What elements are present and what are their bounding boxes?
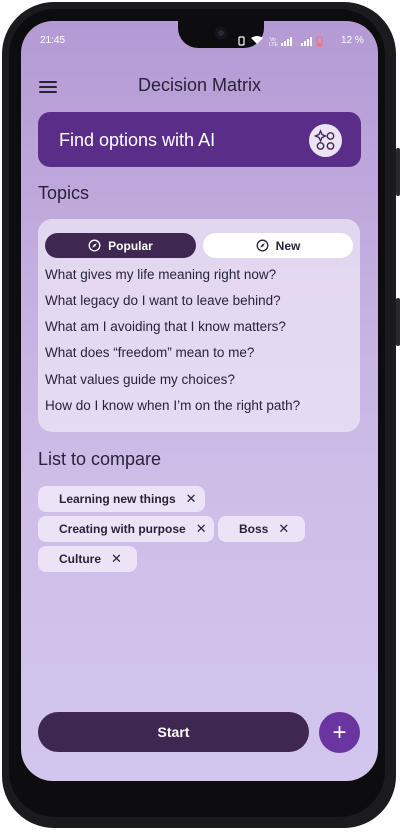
power-button xyxy=(396,298,400,346)
status-time: 21:45 xyxy=(40,35,66,46)
svg-text:LTE: LTE xyxy=(269,42,278,47)
topics-card: Popular New What gives my life meaning r… xyxy=(38,219,360,432)
status-icons: Vo LTE xyxy=(237,34,342,52)
add-option-button[interactable]: + xyxy=(319,712,360,753)
topic-item[interactable]: How do I know when I’m on the right path… xyxy=(45,398,300,413)
close-icon[interactable]: ✕ xyxy=(196,521,207,537)
topic-item[interactable]: What legacy do I want to leave behind? xyxy=(45,293,281,308)
find-options-ai-button[interactable]: Find options with AI xyxy=(38,112,361,167)
ai-sparkle-icon xyxy=(309,124,342,157)
chip-label: Culture xyxy=(59,552,101,566)
ai-banner-label: Find options with AI xyxy=(59,130,216,150)
topic-item[interactable]: What does “freedom” mean to me? xyxy=(45,345,254,360)
compass-icon xyxy=(256,239,269,252)
compare-chip: Creating with purpose ✕ xyxy=(38,516,214,542)
chip-label: Boss xyxy=(239,522,269,536)
chip-label: Creating with purpose xyxy=(59,522,186,536)
front-camera xyxy=(215,27,227,39)
topic-item[interactable]: What am I avoiding that I know matters? xyxy=(45,319,286,334)
compare-chip: Learning new things ✕ xyxy=(38,486,205,512)
phone-frame: 21:45 Vo LTE 12 % Decision Matrix Find o… xyxy=(0,0,400,832)
app-screen: 21:45 Vo LTE 12 % Decision Matrix Find o… xyxy=(21,21,378,781)
volume-button xyxy=(396,148,400,196)
compare-chip: Culture ✕ xyxy=(38,546,137,572)
close-icon[interactable]: ✕ xyxy=(278,521,289,537)
close-icon[interactable]: ✕ xyxy=(186,491,197,507)
battery-percent: 12 % xyxy=(341,35,364,46)
app-title: Decision Matrix xyxy=(137,75,262,95)
close-icon[interactable]: ✕ xyxy=(111,551,122,567)
compare-chip: Boss ✕ xyxy=(218,516,305,542)
tab-popular-label: Popular xyxy=(108,238,153,253)
tab-popular[interactable]: Popular xyxy=(45,233,196,258)
topics-heading: Topics xyxy=(38,183,90,203)
topic-item[interactable]: What gives my life meaning right now? xyxy=(45,267,276,282)
chip-label: Learning new things xyxy=(59,492,176,506)
compare-heading: List to compare xyxy=(38,449,162,469)
start-button[interactable]: Start xyxy=(38,712,309,752)
tab-new-label: New xyxy=(275,238,301,253)
topic-item[interactable]: What values guide my choices? xyxy=(45,372,235,387)
tab-new[interactable]: New xyxy=(203,233,353,258)
compass-icon xyxy=(88,239,101,252)
